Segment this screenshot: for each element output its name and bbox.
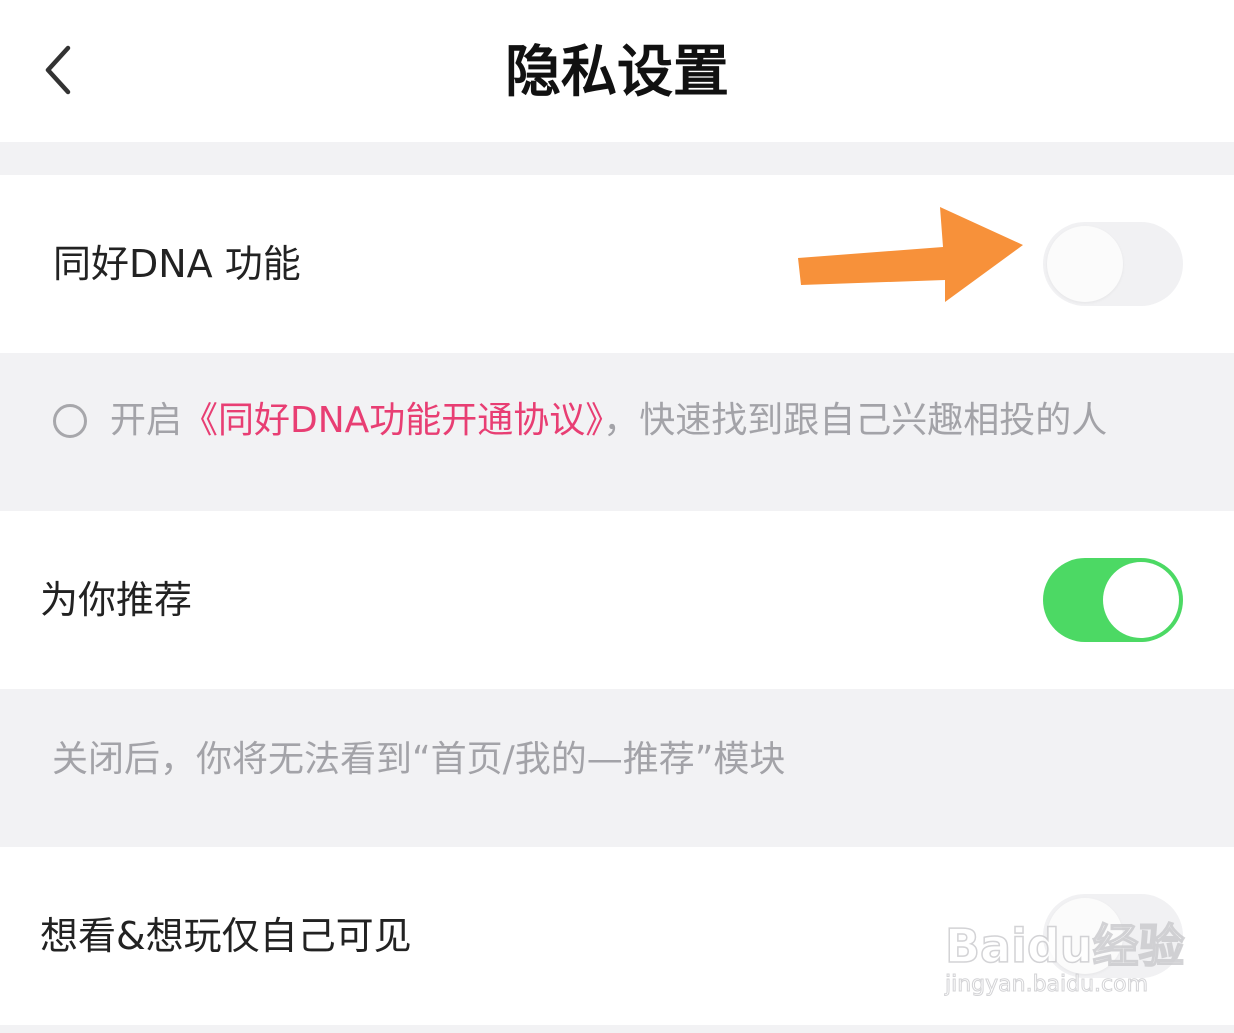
wishlist-private-label: 想看&想玩仅自己可见 (40, 914, 412, 958)
dna-feature-label: 同好DNA 功能 (53, 242, 301, 286)
watermark-url: jingyan.baidu.com (944, 972, 1149, 998)
baidu-watermark: Baidu经验 jingyan.baidu.com (944, 900, 1185, 1010)
hint-suffix: ，快速找到跟自己兴趣相投的人 (603, 400, 1108, 441)
recommend-toggle[interactable] (1043, 558, 1183, 642)
dna-feature-toggle[interactable] (1043, 222, 1183, 306)
toggle-knob (1047, 226, 1123, 302)
top-nav-bar: 隐私设置 (0, 0, 1234, 142)
recommend-label: 为你推荐 (40, 578, 193, 622)
orange-arrow-annotation (798, 207, 1023, 302)
setting-row-recommend: 为你推荐 (0, 511, 1234, 689)
dna-agreement-hint: 开启《同好DNA功能开通协议》，快速找到跟自己兴趣相投的人 (110, 398, 1107, 444)
watermark-logo: Baidu经验 (944, 918, 1185, 974)
agreement-radio[interactable] (53, 404, 87, 438)
dna-agreement-link[interactable]: 《同好DNA功能开通协议》 (182, 400, 603, 441)
setting-row-dna: 同好DNA 功能 (0, 175, 1234, 353)
recommend-hint: 关闭后，你将无法看到“首页/我的—推荐”模块 (52, 739, 786, 780)
hint-prefix: 开启 (110, 400, 183, 441)
page-title: 隐私设置 (505, 40, 729, 105)
toggle-knob (1103, 562, 1179, 638)
